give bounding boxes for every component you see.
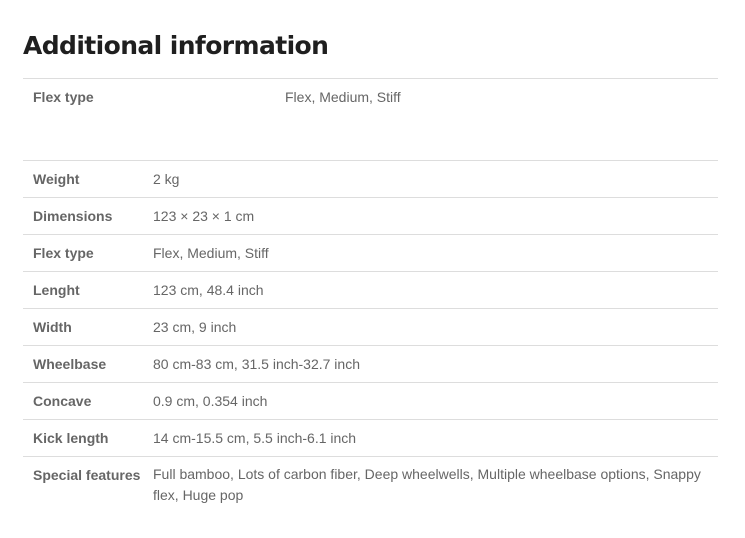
section-title: Additional information [23, 31, 329, 60]
attribute-value: Flex, Medium, Stiff [153, 244, 269, 261]
attribute-row-concave: Concave 0.9 cm, 0.354 inch [23, 382, 718, 420]
attribute-label: Wheelbase [33, 355, 107, 372]
attribute-row-flex-type: Flex type Flex, Medium, Stiff [23, 234, 718, 272]
attribute-value: 123 × 23 × 1 cm [153, 207, 255, 224]
flex-type-attribute-table: Flex type Flex, Medium, Stiff [23, 78, 718, 161]
attribute-label: Flex type [33, 89, 94, 105]
attribute-label: Special features [33, 467, 141, 483]
attribute-label: Width [33, 318, 72, 335]
attribute-value: 123 cm, 48.4 inch [153, 281, 264, 298]
attribute-label: Flex type [33, 244, 94, 261]
additional-information-page: Additional information Flex type Flex, M… [0, 0, 745, 538]
attribute-value: 14 cm-15.5 cm, 5.5 inch-6.1 inch [153, 429, 357, 446]
attribute-label: Concave [33, 392, 92, 409]
attribute-label: Dimensions [33, 207, 113, 224]
attribute-label: Weight [33, 170, 80, 187]
attribute-value: 80 cm-83 cm, 31.5 inch-32.7 inch [153, 355, 360, 372]
attribute-value: 0.9 cm, 0.354 inch [153, 392, 268, 409]
attribute-value: Flex, Medium, Stiff [285, 89, 401, 105]
attribute-value: 2 kg [153, 170, 180, 187]
attribute-row-special-features: Special features Full bamboo, Lots of ca… [23, 456, 718, 523]
product-attributes-table: Weight 2 kg Dimensions 123 × 23 × 1 cm F… [23, 160, 718, 522]
attribute-value: Full bamboo, Lots of carbon fiber, Deep … [153, 466, 701, 503]
attribute-value: 23 cm, 9 inch [153, 318, 237, 335]
attribute-row-dimensions: Dimensions 123 × 23 × 1 cm [23, 197, 718, 235]
attribute-row-wheelbase: Wheelbase 80 cm-83 cm, 31.5 inch-32.7 in… [23, 345, 718, 383]
attribute-row-width: Width 23 cm, 9 inch [23, 308, 718, 346]
attribute-row-weight: Weight 2 kg [23, 160, 718, 198]
attribute-label: Kick length [33, 429, 109, 446]
attribute-label: Lenght [33, 281, 80, 298]
attribute-row-kick-length: Kick length 14 cm-15.5 cm, 5.5 inch-6.1 … [23, 419, 718, 457]
attribute-row-length: Lenght 123 cm, 48.4 inch [23, 271, 718, 309]
